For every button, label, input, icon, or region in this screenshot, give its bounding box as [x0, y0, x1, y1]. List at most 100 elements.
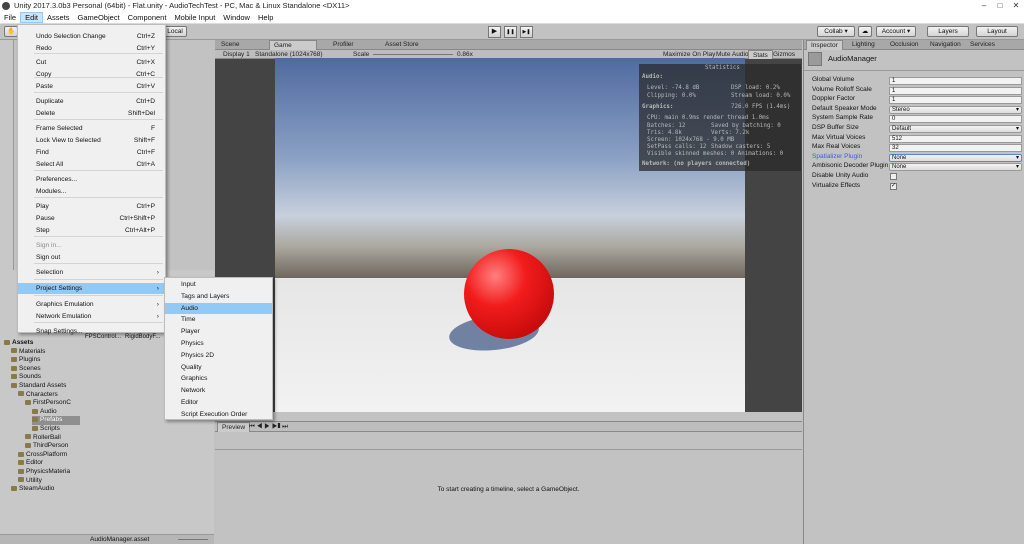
icon-size-slider[interactable] — [178, 539, 208, 540]
submenu-item-quality[interactable]: Quality — [165, 362, 272, 374]
menu-item-snap-settings[interactable]: Snap Settings... — [18, 326, 165, 337]
project-folder-scripts[interactable]: Scripts — [32, 425, 60, 434]
pause-button[interactable]: ❚❚ — [504, 26, 517, 38]
tab-inspector[interactable]: Inspector — [806, 40, 843, 50]
menu-item-redo[interactable]: Redo Ctrl+Y — [18, 43, 165, 54]
menu-item-sign-out[interactable]: Sign out — [18, 252, 165, 263]
project-folder-physicsmateria[interactable]: PhysicsMateria — [18, 468, 70, 477]
menu-item-preferences[interactable]: Preferences... — [18, 174, 165, 185]
submenu-item-player[interactable]: Player — [165, 326, 272, 338]
project-folder-editor[interactable]: Editor — [18, 459, 43, 468]
project-folder-materials[interactable]: Materials — [11, 348, 45, 357]
menu-item-copy[interactable]: Copy Ctrl+C — [18, 69, 165, 80]
menu-mobile-input[interactable]: Mobile Input — [170, 12, 219, 23]
menu-help[interactable]: Help — [254, 12, 277, 23]
submenu-item-physics-2d[interactable]: Physics 2D — [165, 350, 272, 362]
layers-dropdown[interactable]: Layers — [927, 26, 969, 37]
tab-profiler[interactable]: Profiler — [329, 40, 358, 50]
maximize-button[interactable]: □ — [992, 0, 1008, 12]
submenu-item-editor[interactable]: Editor — [165, 397, 272, 409]
menu-item-lock-view-to-selected[interactable]: Lock View to Selected Shift+F — [18, 135, 165, 146]
collab-button[interactable]: Collab ▾ — [817, 26, 855, 37]
property-field[interactable]: 1 — [889, 86, 1022, 95]
submenu-item-script-execution-order[interactable]: Script Execution Order — [165, 409, 272, 421]
menu-item-sign-in[interactable]: Sign in... — [18, 240, 165, 251]
tab-navigation[interactable]: Navigation — [926, 40, 965, 50]
menu-item-pause[interactable]: Pause Ctrl+Shift+P — [18, 213, 165, 224]
pivot-local-button[interactable]: Local — [163, 26, 187, 37]
project-folder-standard-assets[interactable]: Standard Assets — [11, 382, 66, 391]
project-folder-scenes[interactable]: Scenes — [11, 365, 41, 374]
property-checkbox[interactable] — [890, 173, 897, 180]
menu-item-duplicate[interactable]: Duplicate Ctrl+D — [18, 96, 165, 107]
project-folder-thirdperson[interactable]: ThirdPerson — [25, 442, 68, 451]
account-button[interactable]: Account ▾ — [876, 26, 916, 37]
project-folder-steamaudio[interactable]: SteamAudio — [11, 485, 54, 494]
project-folder-prefabs[interactable]: Prefabs — [32, 416, 80, 425]
tab-services[interactable]: Services — [966, 40, 999, 50]
tab-scene[interactable]: Scene — [217, 40, 243, 50]
property-dropdown[interactable]: None — [889, 163, 1022, 172]
property-field[interactable]: 1 — [889, 96, 1022, 105]
menu-edit[interactable]: Edit — [20, 12, 44, 23]
menu-item-graphics-emulation[interactable]: Graphics Emulation › — [18, 299, 165, 310]
project-folder-utility[interactable]: Utility — [18, 477, 42, 486]
scale-slider[interactable] — [373, 54, 453, 55]
step-button[interactable]: ▶❚ — [520, 26, 533, 38]
tab-occlusion[interactable]: Occlusion — [886, 40, 923, 50]
menu-item-undo-selection-change[interactable]: Undo Selection Change Ctrl+Z — [18, 31, 165, 42]
menu-item-paste[interactable]: Paste Ctrl+V — [18, 81, 165, 92]
menu-item-find[interactable]: Find Ctrl+F — [18, 147, 165, 158]
close-button[interactable]: ✕ — [1008, 0, 1024, 12]
property-field[interactable]: 512 — [889, 134, 1022, 143]
play-button[interactable]: ▶ — [488, 26, 501, 38]
minimize-button[interactable]: – — [976, 0, 992, 12]
project-folder-firstpersonc[interactable]: FirstPersonC — [25, 399, 71, 408]
menu-item-selection[interactable]: Selection › — [18, 267, 165, 278]
layout-dropdown[interactable]: Layout — [976, 26, 1018, 37]
tab-asset-store[interactable]: Asset Store — [381, 40, 423, 50]
menu-item-network-emulation[interactable]: Network Emulation › — [18, 311, 165, 322]
menu-item-project-settings[interactable]: Project Settings › — [18, 283, 165, 294]
timeline-transport-controls[interactable]: ⏮ ◀ ▶ ▶❚ ⏭ — [245, 422, 292, 432]
project-folder-rollerball[interactable]: RollerBall — [25, 434, 61, 443]
menu-item-step[interactable]: Step Ctrl+Alt+P — [18, 225, 165, 236]
project-folder-audio[interactable]: Audio — [32, 408, 57, 417]
menu-file[interactable]: File — [0, 12, 20, 23]
property-field[interactable]: 32 — [889, 144, 1022, 153]
property-checkbox[interactable]: ✓ — [890, 182, 897, 190]
submenu-item-network[interactable]: Network — [165, 385, 272, 397]
menu-item-modules[interactable]: Modules... — [18, 186, 165, 197]
submenu-item-time[interactable]: Time — [165, 314, 272, 326]
menu-item-delete[interactable]: Delete Shift+Del — [18, 108, 165, 119]
cloud-icon[interactable]: ☁ — [858, 26, 872, 37]
project-folder-sounds[interactable]: Sounds — [11, 373, 41, 382]
submenu-item-graphics[interactable]: Graphics — [165, 373, 272, 385]
menu-item-frame-selected[interactable]: Frame Selected F — [18, 123, 165, 134]
property-field[interactable]: 1 — [889, 77, 1022, 85]
project-folder-assets[interactable]: Assets — [4, 339, 33, 348]
tab-lighting[interactable]: Lighting — [848, 40, 879, 50]
menu-item-cut[interactable]: Cut Ctrl+X — [18, 57, 165, 68]
property-field[interactable]: 0 — [889, 115, 1022, 124]
project-folder-crossplatform[interactable]: CrossPlatform — [18, 451, 67, 460]
submenu-item-input[interactable]: Input — [165, 279, 272, 291]
tab-game[interactable]: Game — [269, 40, 317, 50]
menu-item-play[interactable]: Play Ctrl+P — [18, 201, 165, 212]
gizmos-dropdown[interactable]: Gizmos — [769, 50, 799, 59]
menu-window[interactable]: Window — [219, 12, 254, 23]
menu-gameobject[interactable]: GameObject — [74, 12, 124, 23]
menu-assets[interactable]: Assets — [43, 12, 74, 23]
display-dropdown[interactable]: Display 1 — [219, 50, 254, 59]
menu-item-select-all[interactable]: Select All Ctrl+A — [18, 159, 165, 170]
property-dropdown[interactable]: Stereo — [889, 105, 1022, 114]
submenu-item-tags-and-layers[interactable]: Tags and Layers — [165, 291, 272, 303]
menu-component[interactable]: Component — [124, 12, 171, 23]
project-folder-plugins[interactable]: Plugins — [11, 356, 40, 365]
property-dropdown[interactable]: Default — [889, 125, 1022, 133]
property-dropdown[interactable]: None — [889, 153, 1022, 162]
project-folder-characters[interactable]: Characters — [18, 391, 58, 400]
submenu-item-physics[interactable]: Physics — [165, 338, 272, 350]
hand-tool-button[interactable]: ✋ — [4, 26, 18, 37]
submenu-item-audio[interactable]: Audio — [165, 302, 272, 315]
